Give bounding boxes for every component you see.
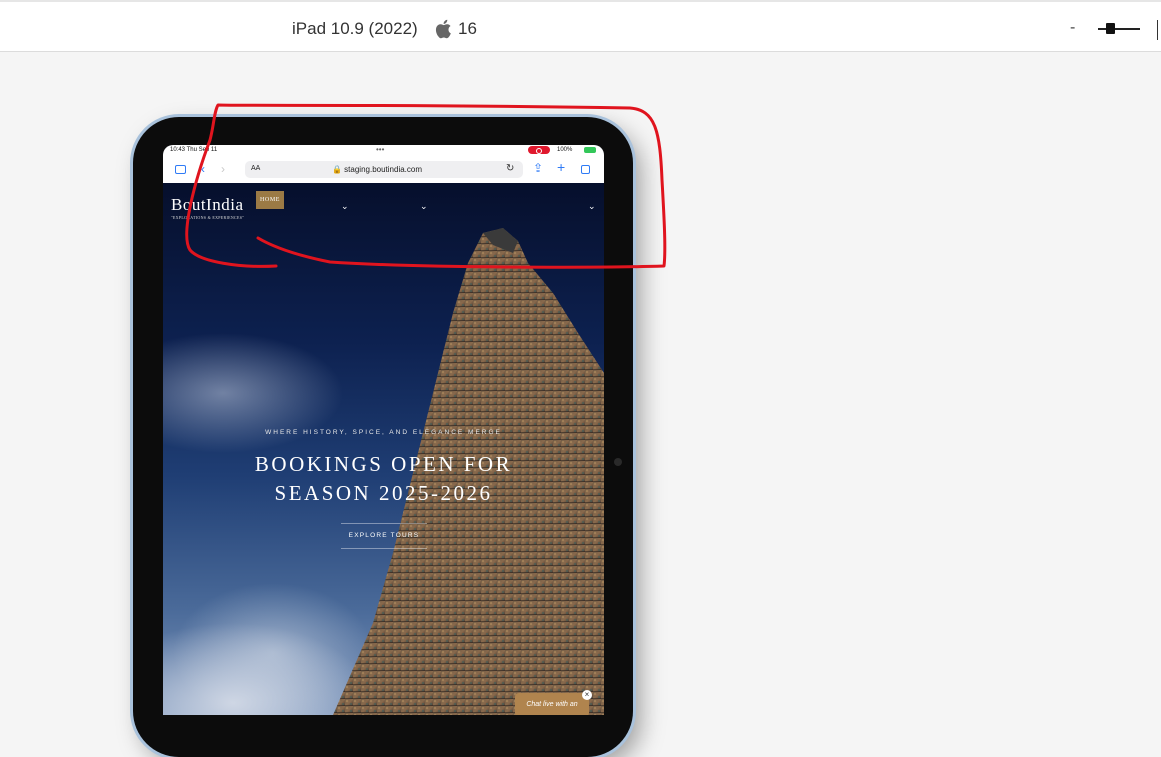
nav-home[interactable]: HOME bbox=[256, 191, 284, 209]
status-time: 10:43 Thu Sep 11 bbox=[170, 147, 218, 153]
chevron-right-icon[interactable]: › bbox=[221, 162, 225, 176]
os-version[interactable]: 16 bbox=[458, 19, 477, 39]
hero-title-line2: SEASON 2025-2026 bbox=[274, 481, 493, 505]
camera-icon bbox=[614, 458, 622, 466]
explore-tours-button[interactable]: EXPLORE TOURS bbox=[341, 523, 427, 549]
hero-section: BoutIndia "EXPLORATIONS & EXPERIENCES" H… bbox=[163, 183, 604, 715]
close-icon[interactable]: × bbox=[582, 690, 592, 700]
device-toolbar: iPad 10.9 (2022) 16 - bbox=[0, 0, 1161, 52]
url-text[interactable]: 🔒 staging.boutindia.com bbox=[332, 165, 422, 174]
plus-icon[interactable]: + bbox=[557, 159, 565, 175]
nav-chevron-down-icon[interactable]: ⌄ bbox=[588, 201, 596, 212]
ios-status-bar: 10:43 Thu Sep 11 ••• 100% bbox=[163, 145, 604, 158]
hero-subtitle: WHERE HISTORY, SPICE, AND ELEGANCE MERGE bbox=[265, 429, 502, 436]
multitasking-dots[interactable]: ••• bbox=[376, 145, 384, 154]
safari-toolbar: ‹ › AA 🔒 staging.boutindia.com ↻ ⇪ + bbox=[163, 158, 604, 184]
reader-settings-button[interactable]: AA bbox=[251, 165, 260, 172]
apple-icon bbox=[435, 19, 451, 39]
device-name[interactable]: iPad 10.9 (2022) bbox=[292, 19, 418, 39]
zoom-slider-thumb[interactable] bbox=[1106, 23, 1115, 34]
nav-chevron-down-icon[interactable]: ⌄ bbox=[420, 201, 428, 212]
site-logo[interactable]: BoutIndia "EXPLORATIONS & EXPERIENCES" bbox=[171, 191, 261, 223]
battery-icon bbox=[584, 147, 596, 153]
logo-tagline: "EXPLORATIONS & EXPERIENCES" bbox=[171, 215, 245, 220]
share-icon[interactable]: ⇪ bbox=[533, 161, 543, 175]
nav-chevron-down-icon[interactable]: ⌄ bbox=[341, 201, 349, 212]
zoom-slider-track bbox=[1098, 28, 1140, 30]
toolbar-edge-divider bbox=[1157, 20, 1161, 40]
zoom-out-button[interactable]: - bbox=[1070, 19, 1075, 37]
hero-title: BOOKINGS OPEN FOR SEASON 2025-2026 bbox=[163, 450, 604, 508]
address-bar[interactable]: AA 🔒 staging.boutindia.com ↻ bbox=[245, 161, 523, 178]
sidebar-icon[interactable] bbox=[175, 165, 186, 174]
screen-record-icon bbox=[528, 146, 550, 154]
tabs-icon[interactable] bbox=[581, 165, 590, 174]
ipad-screen: 10:43 Thu Sep 11 ••• 100% ‹ › AA 🔒 stagi… bbox=[163, 145, 604, 715]
hero-title-line1: BOOKINGS OPEN FOR bbox=[254, 452, 513, 476]
chevron-left-icon[interactable]: ‹ bbox=[201, 162, 205, 176]
battery-percent: 100% bbox=[557, 147, 573, 153]
logo-text: BoutIndia bbox=[171, 195, 244, 214]
reload-icon[interactable]: ↻ bbox=[506, 163, 514, 174]
live-chat-button[interactable]: Chat live with an bbox=[515, 693, 589, 715]
zoom-slider[interactable] bbox=[1098, 22, 1140, 36]
